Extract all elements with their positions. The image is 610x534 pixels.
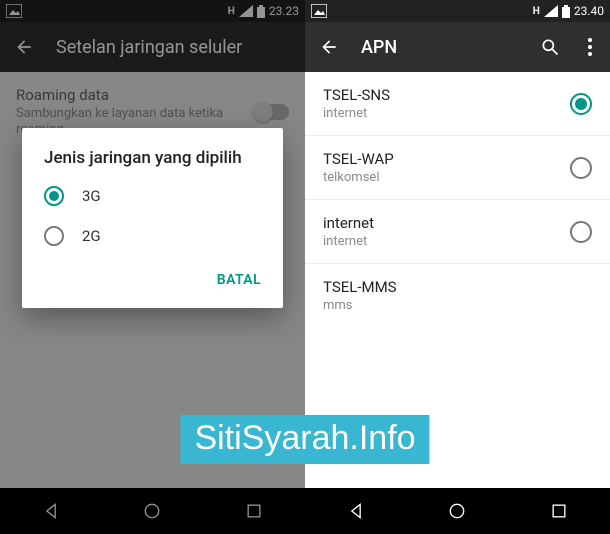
apn-subtitle: internet: [323, 106, 570, 121]
apn-title: TSEL-WAP: [323, 150, 570, 168]
network-type-dialog: Jenis jaringan yang dipilih 3G 2G BATAL: [22, 128, 283, 308]
apn-title: TSEL-SNS: [323, 86, 570, 104]
apn-subtitle: internet: [323, 234, 570, 249]
radio-icon: [44, 226, 64, 246]
apn-subtitle: telkomsel: [323, 170, 570, 185]
dialog-title: Jenis jaringan yang dipilih: [22, 128, 283, 176]
status-bar: H 23.40: [305, 0, 610, 22]
radio-label: 3G: [82, 187, 101, 205]
radio-icon[interactable]: [570, 157, 592, 179]
battery-icon: [562, 5, 570, 18]
radio-icon[interactable]: [570, 93, 592, 115]
radio-option-2g[interactable]: 2G: [22, 216, 283, 256]
nav-bar: [305, 488, 610, 534]
overflow-icon[interactable]: [582, 35, 598, 59]
apn-title: internet: [323, 214, 570, 232]
nav-home-icon[interactable]: [447, 501, 467, 521]
radio-icon[interactable]: [570, 221, 592, 243]
apn-item[interactable]: TSEL-MMS mms: [305, 264, 610, 327]
h-icon: H: [533, 6, 540, 17]
search-icon[interactable]: [538, 35, 562, 59]
nav-recent-icon[interactable]: [549, 501, 569, 521]
radio-label: 2G: [82, 227, 101, 245]
apn-item[interactable]: TSEL-WAP telkomsel: [305, 136, 610, 200]
status-time: 23.40: [574, 4, 604, 18]
radio-icon: [44, 186, 64, 206]
apn-item[interactable]: TSEL-SNS internet: [305, 72, 610, 136]
nav-back-icon[interactable]: [346, 501, 366, 521]
back-icon[interactable]: [317, 35, 341, 59]
picture-icon: [311, 4, 327, 18]
signal-icon: [544, 5, 558, 17]
app-bar: APN: [305, 22, 610, 72]
cancel-button[interactable]: BATAL: [209, 266, 269, 294]
radio-option-3g[interactable]: 3G: [22, 176, 283, 216]
page-title: APN: [361, 37, 518, 58]
apn-subtitle: mms: [323, 298, 592, 313]
watermark: SitiSyarah.Info: [180, 415, 429, 464]
apn-item[interactable]: internet internet: [305, 200, 610, 264]
apn-title: TSEL-MMS: [323, 278, 592, 296]
